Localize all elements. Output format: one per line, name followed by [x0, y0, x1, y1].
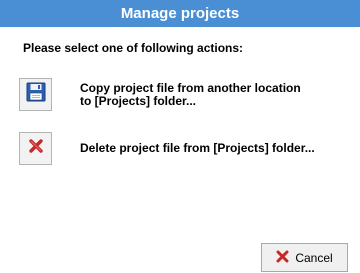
copy-project-button[interactable] [19, 78, 52, 111]
delete-x-icon [28, 138, 44, 159]
delete-project-button[interactable] [19, 132, 52, 165]
cancel-x-icon [276, 250, 289, 266]
floppy-disk-icon [26, 82, 46, 107]
window-title: Manage projects [120, 5, 240, 22]
copy-project-label: Copy project file from another location … [80, 81, 301, 108]
cancel-label: Cancel [295, 250, 333, 265]
cancel-button[interactable]: Cancel [261, 243, 348, 272]
window-title-bar: Manage projects [0, 0, 360, 27]
delete-project-label: Delete project file from [Projects] fold… [80, 141, 315, 155]
instruction-text: Please select one of following actions: [23, 41, 244, 55]
